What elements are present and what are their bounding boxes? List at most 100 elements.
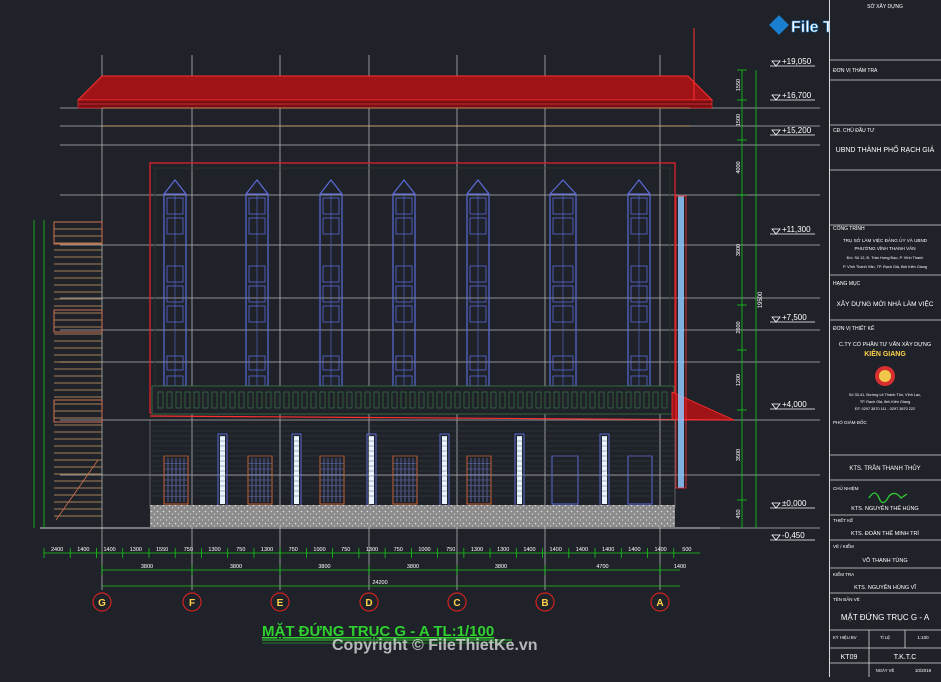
dim-text-row2: 3800 xyxy=(495,564,507,570)
svg-text:+7,500: +7,500 xyxy=(782,313,807,322)
tb-kyhieu-label: KÝ HIỆU BV xyxy=(833,635,857,640)
copyright-watermark: Copyright © FileThietKe.vn xyxy=(332,637,538,654)
svg-text:+19,050: +19,050 xyxy=(782,57,812,66)
tb-kiemtra-label: KIỂM TRA xyxy=(833,571,854,577)
tb-tyle-label: TỈ LỆ xyxy=(880,635,890,640)
svg-text:E: E xyxy=(277,598,284,609)
tb-company-addr: Số 33-41, Đường Lê Thánh Tôn, Vĩnh Lạc, xyxy=(849,393,921,397)
tb-vebv-label: VẼ / KIỂM xyxy=(833,543,854,549)
tb-thamtra-label: ĐƠN VỊ THẨM TRA xyxy=(833,67,878,74)
dim-text-row1: 1400 xyxy=(523,547,535,553)
dim-text-row1: 750 xyxy=(289,547,298,553)
tb-congtrinh-line: PHƯỜNG VĨNH THANH VÂN xyxy=(854,245,915,251)
tb-congtrinh-line: Đ/c: Số 12, Đ. Trần Hưng Đạo, P. Vĩnh Th… xyxy=(847,256,924,260)
right-dim-text: 450 xyxy=(736,509,742,518)
cad-viewport: 2400 1400 1400 1300 1550 750 1300 750 1300 750 100… xyxy=(0,0,941,677)
dim-text-row1: 1000 xyxy=(313,547,325,553)
dim-text-row1: 750 xyxy=(236,547,245,553)
dim-text-row1: 1300 xyxy=(208,547,220,553)
svg-text:B: B xyxy=(541,598,548,609)
tb-congtrinh-line: TRỤ SỞ LÀM VIỆC ĐẢNG ỦY VÀ UBND xyxy=(843,236,928,243)
dim-text-row1: 2400 xyxy=(51,547,63,553)
tb-kyhieu: KT09 xyxy=(841,654,858,661)
tb-tenbanve-label: TÊN BẢN VẼ xyxy=(833,595,860,602)
svg-text:F: F xyxy=(189,598,195,609)
dim-text-row1: 1300 xyxy=(261,547,273,553)
dim-text-row2: 3800 xyxy=(318,564,330,570)
signature xyxy=(868,492,908,504)
dim-text-row1: 1400 xyxy=(77,547,89,553)
tb-chudautu: UBND THÀNH PHỐ RẠCH GIÁ xyxy=(836,144,935,154)
dim-text-row1: 1550 xyxy=(156,547,168,553)
dim-text-row2: 1400 xyxy=(674,564,686,570)
right-dim-text: 3500 xyxy=(736,449,742,461)
svg-text:+15,200: +15,200 xyxy=(782,126,812,135)
tb-congtrinh-label: CÔNG TRÌNH xyxy=(833,225,865,232)
svg-text:G: G xyxy=(98,598,106,609)
light-pillar xyxy=(220,436,225,504)
svg-text:C: C xyxy=(453,598,460,609)
dim-text-row1: 1300 xyxy=(497,547,509,553)
dim-text-row1: 1400 xyxy=(576,547,588,553)
svg-text:±0,000: ±0,000 xyxy=(782,499,807,508)
tb-hangmuc-label: HẠNG MỤC xyxy=(833,281,861,287)
tb-company-line1: C.TY CỔ PHẦN TƯ VẤN XÂY DỰNG xyxy=(839,341,931,348)
elevation-drawing: 2400 1400 1400 1300 1550 750 1300 750 1300 750 100… xyxy=(0,0,941,677)
svg-text:-0,450: -0,450 xyxy=(782,531,805,540)
dim-text-row1: 1300 xyxy=(130,547,142,553)
company-logo xyxy=(875,366,895,386)
light-pillar xyxy=(294,436,299,504)
tb-phase: T.K.T.C xyxy=(894,654,917,661)
tb-tenbanve: MẶT ĐỨNG TRỤC G - A xyxy=(841,613,930,622)
tb-chunhiem-label: CHỦ NHIỆM xyxy=(833,484,859,491)
dim-text-row2: 3800 xyxy=(141,564,153,570)
tb-thietke2-name: KTS. ĐOÀN THẾ MINH TRÍ xyxy=(851,530,919,537)
svg-text:D: D xyxy=(365,598,372,609)
balustrade-band xyxy=(151,385,675,415)
tb-tyle: 1:100 xyxy=(917,635,929,640)
dim-text-row1: 1400 xyxy=(550,547,562,553)
dim-text-row1: 750 xyxy=(446,547,455,553)
tb-ngay-label: NGÀY VẼ xyxy=(876,668,895,673)
tb-chudautu-label: CĐ. CHỦ ĐẦU TƯ xyxy=(833,127,875,134)
dim-text-row1: 1400 xyxy=(628,547,640,553)
tb-ngay: 10/2019 xyxy=(915,668,932,673)
light-pillar xyxy=(602,436,607,504)
right-dim-text: 1550 xyxy=(736,79,742,91)
tb-company-addr: ĐT: 0297.3870 111 - 0297.3870 222 xyxy=(855,407,915,411)
tb-congtrinh-line: P. Vĩnh Thanh Vân, TP. Rạch Giá, tỉnh Ki… xyxy=(843,265,927,269)
svg-text:+4,000: +4,000 xyxy=(782,400,807,409)
right-dim-text: 2600 xyxy=(736,321,742,333)
right-dim-total: 19500 xyxy=(758,291,764,308)
dim-text-row2: 3800 xyxy=(407,564,419,570)
svg-text:+11,300: +11,300 xyxy=(782,225,811,234)
right-dim-text: 4000 xyxy=(736,161,742,173)
tb-thietke-label: ĐƠN VỊ THIẾT KẾ xyxy=(833,325,875,332)
tb-header: SỞ XÂY DỰNG xyxy=(867,3,903,10)
light-pillar xyxy=(517,436,522,504)
dim-text-row1: 1300 xyxy=(471,547,483,553)
dim-text-row1: 1400 xyxy=(103,547,115,553)
dim-text-row1: 1300 xyxy=(366,547,378,553)
dim-text-row1: 1400 xyxy=(602,547,614,553)
tb-giamdoc-label: PHÓ GIÁM ĐỐC xyxy=(833,419,868,425)
dim-text-row1: 750 xyxy=(341,547,350,553)
tb-giamdoc-name: KTS. TRẦN THANH THỦY xyxy=(849,465,920,472)
dim-text-row1: 750 xyxy=(394,547,403,553)
dim-text-row2: 4700 xyxy=(596,564,608,570)
tb-thietke2-label: THIẾT KẾ xyxy=(833,517,853,523)
dim-text-row1: 750 xyxy=(184,547,193,553)
right-dim-text: 3800 xyxy=(736,244,742,256)
light-pillar xyxy=(369,436,374,504)
right-dim-text: 1200 xyxy=(736,374,742,386)
light-pillar xyxy=(442,436,447,504)
dim-text-row2: 3800 xyxy=(230,564,242,570)
tb-vebv-name: VÕ THANH TÙNG xyxy=(862,557,907,564)
right-dim-text: 1500 xyxy=(736,114,742,126)
svg-text:A: A xyxy=(656,598,663,609)
tb-hangmuc: XÂY DỰNG MỚI NHÀ LÀM VIỆC xyxy=(837,299,934,308)
title-block-content: SỞ XÂY DỰNG ĐƠN VỊ THẨM TRA CĐ. CHỦ ĐẦU … xyxy=(829,3,941,677)
tb-company-line2: KIÊN GIANG xyxy=(864,349,906,358)
dim-total: 24200 xyxy=(372,580,387,586)
dim-text-row1: 500 xyxy=(682,547,691,553)
